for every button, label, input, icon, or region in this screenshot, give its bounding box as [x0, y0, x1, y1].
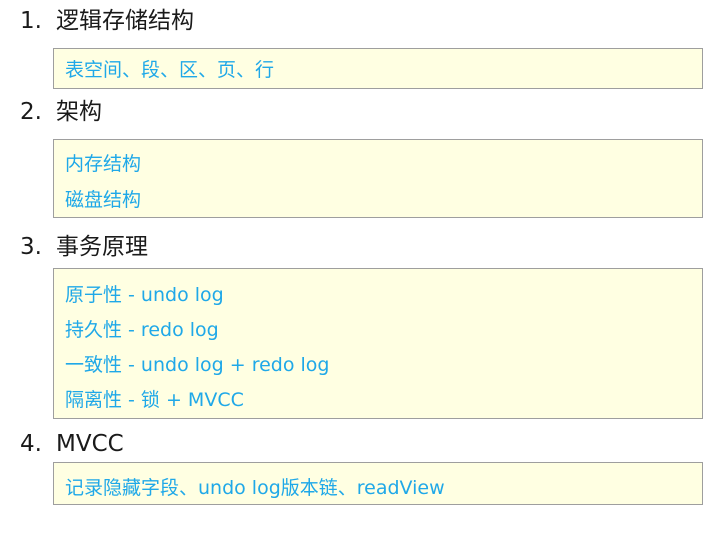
note-item: 隔离性 - 锁 + MVCC: [65, 389, 244, 411]
section-title: MVCC: [56, 431, 124, 457]
note-box-3: 原子性 - undo log 持久性 - redo log 一致性 - undo…: [53, 268, 703, 419]
note-item: 磁盘结构: [65, 189, 142, 211]
note-item: 表空间、段、区、页、行: [65, 59, 275, 81]
note-box-4: 记录隐藏字段、undo log版本链、readView: [53, 462, 703, 505]
section-title: 架构: [56, 99, 102, 125]
note-box-1: 表空间、段、区、页、行: [53, 48, 703, 89]
note-item: 内存结构: [65, 153, 142, 175]
section-heading-4: 4. MVCC: [20, 428, 124, 460]
note-item: 原子性 - undo log: [65, 284, 224, 306]
section-heading-3: 3. 事务原理: [20, 231, 148, 263]
note-box-2: 内存结构 磁盘结构: [53, 139, 703, 218]
section-heading-1: 1. 逻辑存储结构: [20, 5, 194, 37]
note-item: 一致性 - undo log + redo log: [65, 354, 330, 376]
section-number: 3.: [20, 234, 42, 260]
note-item: 持久性 - redo log: [65, 319, 219, 341]
section-number: 4.: [20, 431, 42, 457]
section-title: 逻辑存储结构: [56, 8, 194, 34]
section-heading-2: 2. 架构: [20, 96, 102, 128]
section-number: 1.: [20, 8, 42, 34]
section-number: 2.: [20, 99, 42, 125]
section-title: 事务原理: [56, 234, 148, 260]
note-item: 记录隐藏字段、undo log版本链、readView: [65, 477, 445, 499]
